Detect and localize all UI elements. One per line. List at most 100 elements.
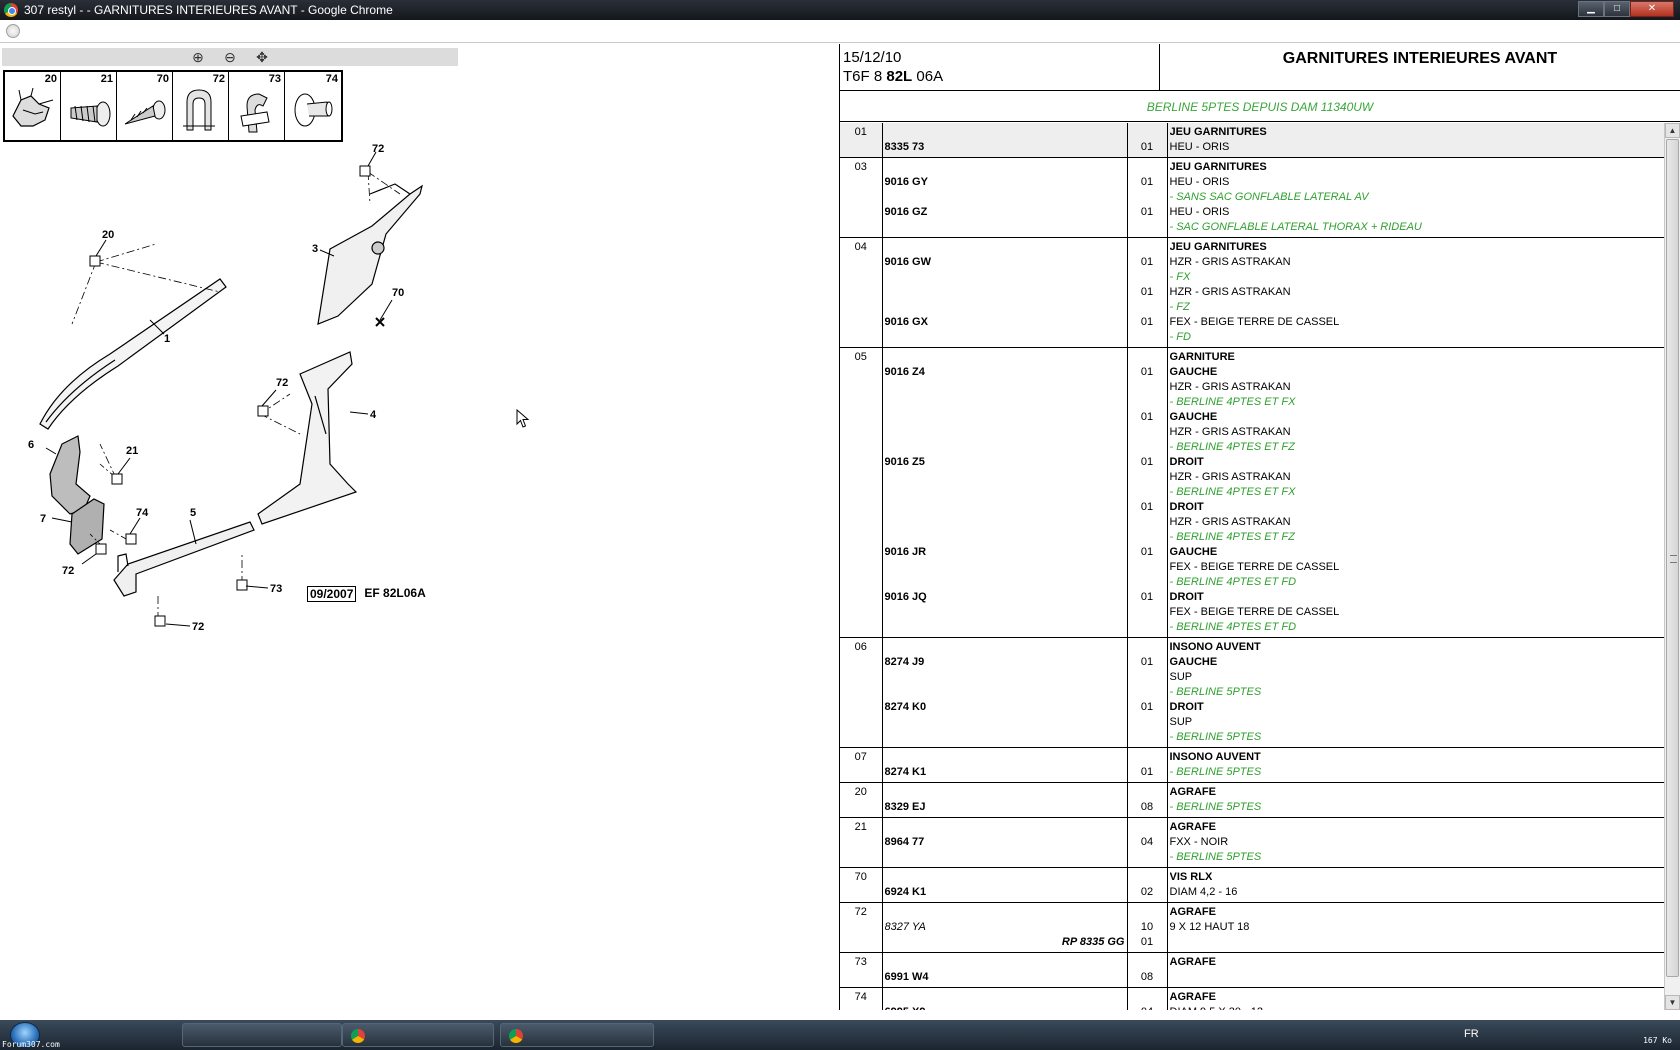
part-description: HZR - GRIS ASTRAKAN	[1169, 286, 1291, 298]
description-cell: INSONO AUVENT - BERLINE 5PTES	[1167, 748, 1664, 783]
part-number-cell: 9016 Z4 9016 Z5 9016 JR 9016 JQ	[882, 348, 1127, 638]
part-number[interactable]: 9016 JQ	[885, 590, 1127, 605]
quantity-cell: 01	[1126, 747, 1168, 783]
item-ref: 04	[840, 237, 883, 348]
maximize-button[interactable]: □	[1604, 1, 1630, 17]
description-cell: AGRAFE DIAM 9,5 X 30 - 12	[1167, 988, 1664, 1010]
quantity: 10	[1140, 921, 1154, 933]
quantity: 01	[1140, 206, 1154, 218]
part-number-cell: 6995 X9	[882, 988, 1127, 1010]
quantity: 01	[1140, 286, 1154, 298]
quantity-cell: 08	[1126, 952, 1168, 988]
item-ref: 01	[840, 123, 883, 158]
parts-group-row[interactable]: 07 8274 K1 01 INSONO AUVENT - BERLINE 5PTES	[840, 747, 1664, 783]
part-description: VIS RLX	[1169, 871, 1213, 883]
quantity	[1128, 350, 1167, 365]
quantity	[1128, 425, 1167, 440]
quantity	[1128, 715, 1167, 730]
part-number	[885, 350, 1127, 365]
quantity: 01	[1140, 936, 1154, 948]
part-number[interactable]: 8327 YA	[885, 920, 1127, 935]
zoom-in-icon[interactable]: ⊕	[188, 49, 208, 65]
item-ref: 72	[840, 902, 883, 953]
part-number[interactable]: 9016 JR	[885, 545, 1127, 560]
part-number[interactable]: 8329 EJ	[885, 800, 1127, 815]
parts-group-row[interactable]: 70 6924 K1 02 VIS RLX DIAM 4,2 - 16	[840, 867, 1664, 903]
part-number[interactable]: 9016 GY	[885, 175, 1127, 190]
scrollbar-thumb[interactable]	[1666, 139, 1679, 977]
window-titlebar[interactable]: 307 restyl - - GARNITURES INTERIEURES AV…	[0, 0, 1680, 20]
part-description: DROIT	[1169, 701, 1204, 713]
close-button[interactable]: ✕	[1630, 1, 1674, 17]
taskbar-window-button[interactable]	[182, 1023, 342, 1047]
language-indicator[interactable]: FR	[1464, 1028, 1479, 1040]
part-description: HEU - ORIS	[1169, 206, 1230, 218]
quantity-cell: 01 01	[1126, 637, 1168, 748]
parts-group-row[interactable]: 06 8274 J9 8274 K0 01 01 INSONO AUVENT GAUCHE S…	[840, 637, 1664, 748]
part-number	[885, 990, 1127, 1005]
part-description: FEX - BEIGE TERRE DE CASSEL	[1169, 561, 1340, 573]
part-number[interactable]: 6995 X9	[885, 1005, 1127, 1010]
minimize-button[interactable]: ▁	[1578, 1, 1604, 17]
scroll-down-arrow-icon[interactable]: ▼	[1665, 995, 1680, 1010]
scroll-up-arrow-icon[interactable]: ▲	[1665, 123, 1680, 138]
part-number[interactable]: 6924 K1	[885, 885, 1127, 900]
fitment-note: - BERLINE 4PTES ET FZ	[1169, 441, 1295, 453]
diagram-pane: ⊕ ⊖ ✥ 20 21 70 72 73 74 72 20 3 70 1 72 …	[0, 44, 838, 1010]
part-number[interactable]: 9016 GW	[885, 255, 1127, 270]
quantity-cell: 01 01	[1126, 157, 1168, 238]
parts-group-row[interactable]: 05 9016 Z4 9016 Z5 9016 JR 9016 JQ 01 01 01 01 01…	[840, 347, 1664, 638]
pan-icon[interactable]: ✥	[252, 49, 272, 65]
part-number	[885, 870, 1127, 885]
item-ref: 03	[840, 157, 883, 238]
parts-group-row[interactable]: 03 9016 GY 9016 GZ 01 01 JEU GARNITURES HEU - …	[840, 157, 1664, 238]
parts-group-row[interactable]: 01 8335 73 01 JEU GARNITURES HEU - ORIS	[840, 123, 1664, 158]
part-number[interactable]: RP 8335 GG	[885, 935, 1127, 950]
parts-group-row[interactable]: 72 8327 YA RP 8335 GG 10 01 AGRAFE 9 X 12 HAUT…	[840, 902, 1664, 953]
part-number[interactable]: 8274 J9	[885, 655, 1127, 670]
part-number[interactable]: 9016 Z5	[885, 455, 1127, 470]
part-number[interactable]: 9016 Z4	[885, 365, 1127, 380]
diagram-label: 20	[102, 229, 114, 241]
part-number[interactable]: 6991 W4	[885, 970, 1127, 985]
parts-group-row[interactable]: 04 9016 GW 9016 GX 01 01 01 JEU GARNITURES HZR …	[840, 237, 1664, 348]
quantity-cell: 01 01 01 01 01 01	[1126, 347, 1168, 638]
quantity	[1128, 620, 1167, 635]
quantity	[1128, 990, 1167, 1005]
quantity-cell: 08	[1126, 782, 1168, 818]
part-number	[885, 620, 1127, 635]
part-description: HZR - GRIS ASTRAKAN	[1169, 426, 1291, 438]
parts-group-row[interactable]: 746995 X904AGRAFE DIAM 9,5 X 30 - 12	[840, 987, 1664, 1010]
page-globe-icon[interactable]	[6, 24, 20, 38]
fitment-note: - BERLINE 4PTES ET FX	[1169, 396, 1296, 408]
part-number	[885, 530, 1127, 545]
description-cell: JEU GARNITURES HEU - ORIS	[1167, 123, 1664, 158]
zoom-out-icon[interactable]: ⊖	[220, 49, 240, 65]
parts-group-row[interactable]: 73 6991 W4 08 AGRAFE	[840, 952, 1664, 988]
taskbar-window-button[interactable]	[342, 1023, 494, 1047]
quantity	[1128, 190, 1167, 205]
part-number[interactable]: 8274 K0	[885, 700, 1127, 715]
table-scrollbar[interactable]: ▲ ▼	[1664, 123, 1680, 1010]
forum-watermark: Forum307.com	[2, 1040, 60, 1049]
quantity	[1128, 730, 1167, 745]
part-number[interactable]: 9016 GX	[885, 315, 1127, 330]
part-number	[885, 785, 1127, 800]
part-number[interactable]: 9016 GZ	[885, 205, 1127, 220]
part-description: HEU - ORIS	[1169, 141, 1230, 153]
quantity	[1128, 820, 1167, 835]
part-description: FXX - NOIR	[1169, 836, 1229, 848]
part-description: SUP	[1169, 716, 1193, 728]
model-subtitle: BERLINE 5PTES DEPUIS DAM 11340UW	[840, 92, 1680, 122]
part-number[interactable]: 8964 77	[885, 835, 1127, 850]
parts-group-row[interactable]: 20 8329 EJ 08 AGRAFE - BERLINE 5PTES	[840, 782, 1664, 818]
fitment-note: - SAC GONFLABLE LATERAL THORAX + RIDEAU	[1169, 221, 1422, 233]
taskbar-window-button[interactable]	[500, 1023, 654, 1047]
quantity: 01	[1140, 411, 1154, 423]
part-number[interactable]: 8274 K1	[885, 765, 1127, 780]
taskbar-clock: 167 Ko	[1643, 1036, 1672, 1045]
description-cell: AGRAFE - BERLINE 5PTES	[1167, 783, 1664, 818]
parts-group-row[interactable]: 21 8964 77 04 AGRAFE FXX - NOIR - BERLINE 5PT…	[840, 817, 1664, 868]
fitment-note: - FX	[1169, 271, 1191, 283]
part-number[interactable]: 8335 73	[885, 140, 1127, 155]
